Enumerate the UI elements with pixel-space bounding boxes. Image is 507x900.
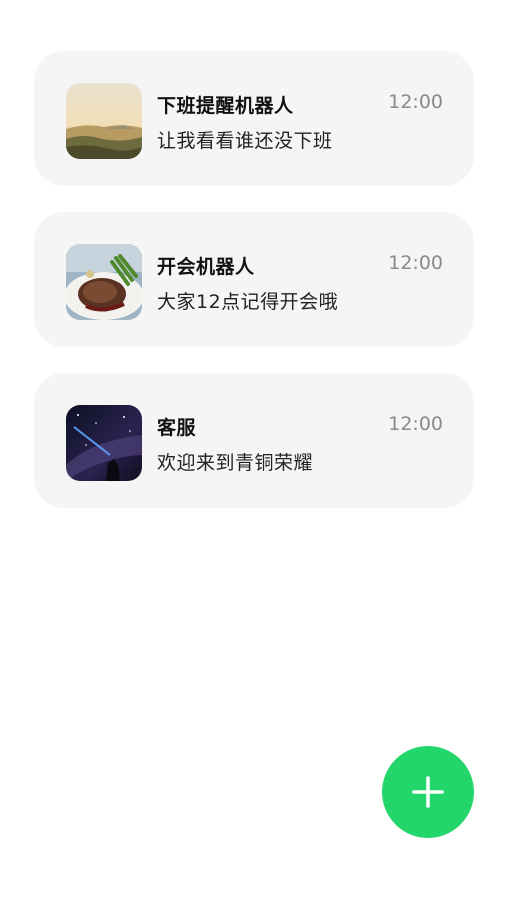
chat-preview: 欢迎来到青铜荣耀 — [157, 452, 314, 474]
chat-time: 12:00 — [388, 413, 443, 435]
chat-preview: 大家12点记得开会哦 — [157, 291, 339, 313]
landscape-avatar-icon — [66, 83, 142, 159]
chat-preview: 让我看看谁还没下班 — [157, 130, 333, 152]
steak-avatar-icon — [66, 244, 142, 320]
chat-item[interactable]: 客服 12:00 欢迎来到青铜荣耀 — [34, 373, 474, 508]
add-chat-button[interactable] — [382, 746, 474, 838]
chat-name: 客服 — [157, 417, 197, 439]
chat-list: 下班提醒机器人 12:00 让我看看谁还没下班 开会机器人 12:00 大家12… — [34, 51, 474, 534]
night-sky-avatar-icon — [66, 405, 142, 481]
chat-item[interactable]: 下班提醒机器人 12:00 让我看看谁还没下班 — [34, 51, 474, 186]
plus-icon — [412, 776, 444, 808]
chat-list-screen: 下班提醒机器人 12:00 让我看看谁还没下班 开会机器人 12:00 大家12… — [0, 0, 507, 900]
chat-item[interactable]: 开会机器人 12:00 大家12点记得开会哦 — [34, 212, 474, 347]
chat-name: 开会机器人 — [157, 256, 255, 278]
chat-time: 12:00 — [388, 91, 443, 113]
chat-name: 下班提醒机器人 — [157, 95, 294, 117]
chat-time: 12:00 — [388, 252, 443, 274]
